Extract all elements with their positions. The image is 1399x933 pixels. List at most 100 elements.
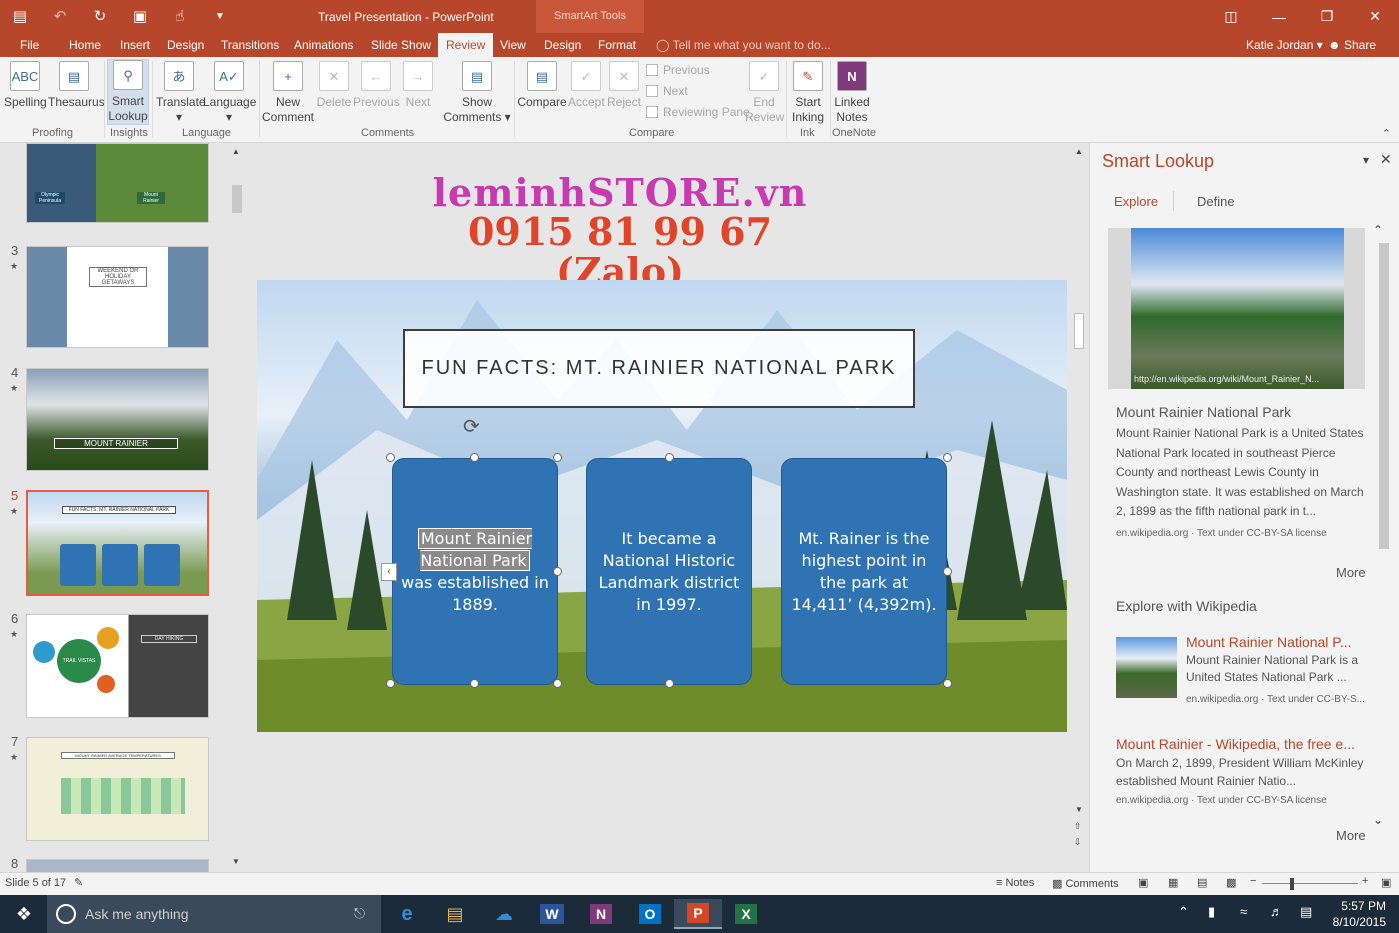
linked-notes-button[interactable]: N Linked Notes — [832, 61, 872, 125]
powerpoint-icon[interactable]: P — [674, 899, 722, 929]
fit-to-window-icon[interactable]: ▣ — [1381, 876, 1391, 889]
windows-start-icon[interactable]: ❖ — [0, 899, 48, 929]
selected-text[interactable]: Mount Rainier National Park — [417, 527, 533, 571]
new-comment-button[interactable]: + New Comment — [262, 61, 314, 125]
customize-qat-icon[interactable]: ▼ — [208, 5, 232, 27]
smart-lookup-button[interactable]: ⚲ Smart Lookup — [107, 59, 149, 125]
tab-home[interactable]: Home — [61, 33, 109, 57]
slide-title[interactable]: FUN FACTS: MT. RAINIER NATIONAL PARK — [403, 329, 915, 408]
resize-handle[interactable] — [553, 453, 562, 462]
wifi-icon[interactable]: ≈ — [1240, 904, 1247, 919]
rotate-handle-icon[interactable]: ⟳ — [463, 414, 480, 439]
file-explorer-icon[interactable]: ▤ — [431, 899, 479, 929]
minimize-icon[interactable]: — — [1255, 0, 1303, 33]
clock[interactable]: 5:57 PM 8/10/2015 — [1326, 898, 1386, 930]
outlook-icon[interactable]: O — [626, 899, 674, 929]
previous-slide-icon[interactable]: ⇧ — [1074, 821, 1082, 832]
touch-mode-icon[interactable]: ☝ — [168, 5, 192, 27]
restore-icon[interactable]: ❐ — [1303, 0, 1351, 33]
scroll-down-icon[interactable]: ▼ — [1075, 805, 1083, 814]
tab-smartart-design[interactable]: Design — [536, 33, 589, 57]
resize-handle[interactable] — [553, 567, 562, 576]
language-button[interactable]: A✓ Language ▾ — [203, 61, 256, 125]
tab-smartart-format[interactable]: Format — [590, 33, 644, 57]
resize-handle[interactable] — [470, 453, 479, 462]
close-pane-icon[interactable]: ✕ — [1380, 151, 1392, 168]
tab-animations[interactable]: Animations — [286, 33, 361, 57]
tab-view[interactable]: View — [492, 33, 534, 57]
thumbnails-scroll-thumb[interactable] — [232, 185, 242, 213]
start-from-beginning-icon[interactable]: ▣ — [128, 5, 152, 27]
action-center-icon[interactable]: ▤ — [1300, 904, 1312, 920]
comments-button[interactable]: ▩ Comments — [1052, 877, 1119, 890]
word-icon[interactable]: W — [528, 899, 576, 929]
resize-handle[interactable] — [470, 679, 479, 688]
slide-scroll-thumb[interactable] — [1074, 313, 1084, 349]
previous-change-button[interactable]: Previous — [646, 63, 710, 77]
wiki-link-1[interactable]: Mount Rainier National P... — [1186, 634, 1352, 650]
resize-handle[interactable] — [665, 453, 674, 462]
save-icon[interactable]: ▤ — [8, 5, 32, 27]
scroll-up-icon[interactable]: ▲ — [1075, 147, 1083, 156]
show-comments-button[interactable]: ▤ Show Comments ▾ — [442, 61, 512, 125]
tab-explore[interactable]: Explore — [1114, 194, 1158, 209]
scroll-up-icon[interactable]: ⌃ — [1373, 223, 1383, 237]
pane-scroll-thumb[interactable] — [1379, 243, 1389, 549]
zoom-slider-thumb[interactable] — [1290, 878, 1294, 890]
slide-thumbnail-3[interactable]: WEEKEND OR HOLIDAY GETAWAYS — [26, 246, 209, 348]
slide-thumbnail-8[interactable] — [26, 859, 209, 872]
reviewing-pane-button[interactable]: Reviewing Pane — [646, 105, 750, 119]
zoom-slider[interactable] — [1262, 883, 1358, 884]
wiki-link-2[interactable]: Mount Rainier - Wikipedia, the free e... — [1116, 736, 1355, 752]
spell-check-icon[interactable]: ✎ — [74, 876, 83, 889]
resize-handle[interactable] — [553, 679, 562, 688]
zoom-out-icon[interactable]: − — [1250, 875, 1256, 887]
tab-insert[interactable]: Insert — [112, 33, 158, 57]
reading-view-icon[interactable]: ▤ — [1197, 876, 1207, 889]
resize-handle[interactable] — [386, 453, 395, 462]
next-change-button[interactable]: Next — [646, 84, 688, 98]
slide-thumbnail-6[interactable]: TRAIL VISTAS DAY HIKING — [26, 614, 209, 718]
microphone-icon[interactable]: ⎋ — [354, 905, 365, 922]
translate-button[interactable]: あ Translate ▾ — [156, 61, 206, 125]
slide-show-icon[interactable]: ▩ — [1226, 876, 1236, 889]
notes-button[interactable]: ≡ Notes — [996, 877, 1034, 889]
smartart-card-1[interactable]: Mount Rainier National Park was establish… — [392, 458, 558, 685]
tell-me-search[interactable]: ◯ Tell me what you want to do... — [656, 33, 831, 57]
slide-sorter-icon[interactable]: ▦ — [1168, 876, 1178, 889]
volume-icon[interactable]: ♬ — [1270, 904, 1283, 919]
ribbon-display-icon[interactable]: ◫ — [1207, 0, 1255, 33]
start-inking-button[interactable]: ✎ Start Inking — [789, 61, 827, 125]
resize-handle[interactable] — [386, 679, 395, 688]
result-thumbnail[interactable] — [1116, 637, 1177, 698]
battery-icon[interactable]: ▮ — [1208, 904, 1215, 920]
tab-review[interactable]: Review — [438, 33, 494, 58]
tab-transitions[interactable]: Transitions — [213, 33, 287, 57]
excel-icon[interactable]: X — [722, 899, 770, 929]
edge-icon[interactable]: e — [383, 899, 431, 929]
collapse-ribbon-icon[interactable]: ⌃ — [1382, 127, 1391, 140]
cortana-search-box[interactable]: Ask me anything — [47, 895, 381, 933]
scroll-up-icon[interactable]: ▲ — [232, 147, 240, 156]
slide-thumbnail-7[interactable]: MOUNT RAINIER AVERAGE TEMPERATURES — [26, 737, 209, 841]
resize-handle[interactable] — [943, 679, 952, 688]
show-hidden-icons[interactable]: ⌃ — [1178, 904, 1189, 920]
tab-define[interactable]: Define — [1197, 194, 1235, 209]
redo-icon[interactable]: ↻ — [88, 5, 112, 27]
user-account[interactable]: Katie Jordan ▾ — [1246, 33, 1323, 57]
tab-design[interactable]: Design — [159, 33, 212, 57]
end-review-button[interactable]: ✓ End Review — [745, 61, 784, 125]
slide-thumbnail-2[interactable]: Olympic Peninsula Mount Rainier — [26, 143, 209, 223]
slide-thumbnail-4[interactable]: MOUNT RAINIER — [26, 368, 209, 471]
thumbnails-scrollbar[interactable]: ▲ ▼ — [229, 145, 244, 870]
delete-comment-button[interactable]: ✕ Delete — [316, 61, 352, 110]
more-link[interactable]: More — [1336, 828, 1366, 843]
tab-slide-show[interactable]: Slide Show — [363, 33, 439, 57]
onenote-icon[interactable]: N — [577, 899, 625, 929]
result-image[interactable]: http://en.wikipedia.org/wiki/Mount_Raini… — [1108, 228, 1365, 389]
resize-handle[interactable] — [943, 453, 952, 462]
compare-button[interactable]: ▤ Compare — [517, 61, 567, 110]
reject-button[interactable]: ✕ Reject — [606, 61, 642, 110]
previous-comment-button[interactable]: ← Previous — [353, 61, 400, 110]
current-slide[interactable]: FUN FACTS: MT. RAINIER NATIONAL PARK Mou… — [257, 280, 1067, 732]
